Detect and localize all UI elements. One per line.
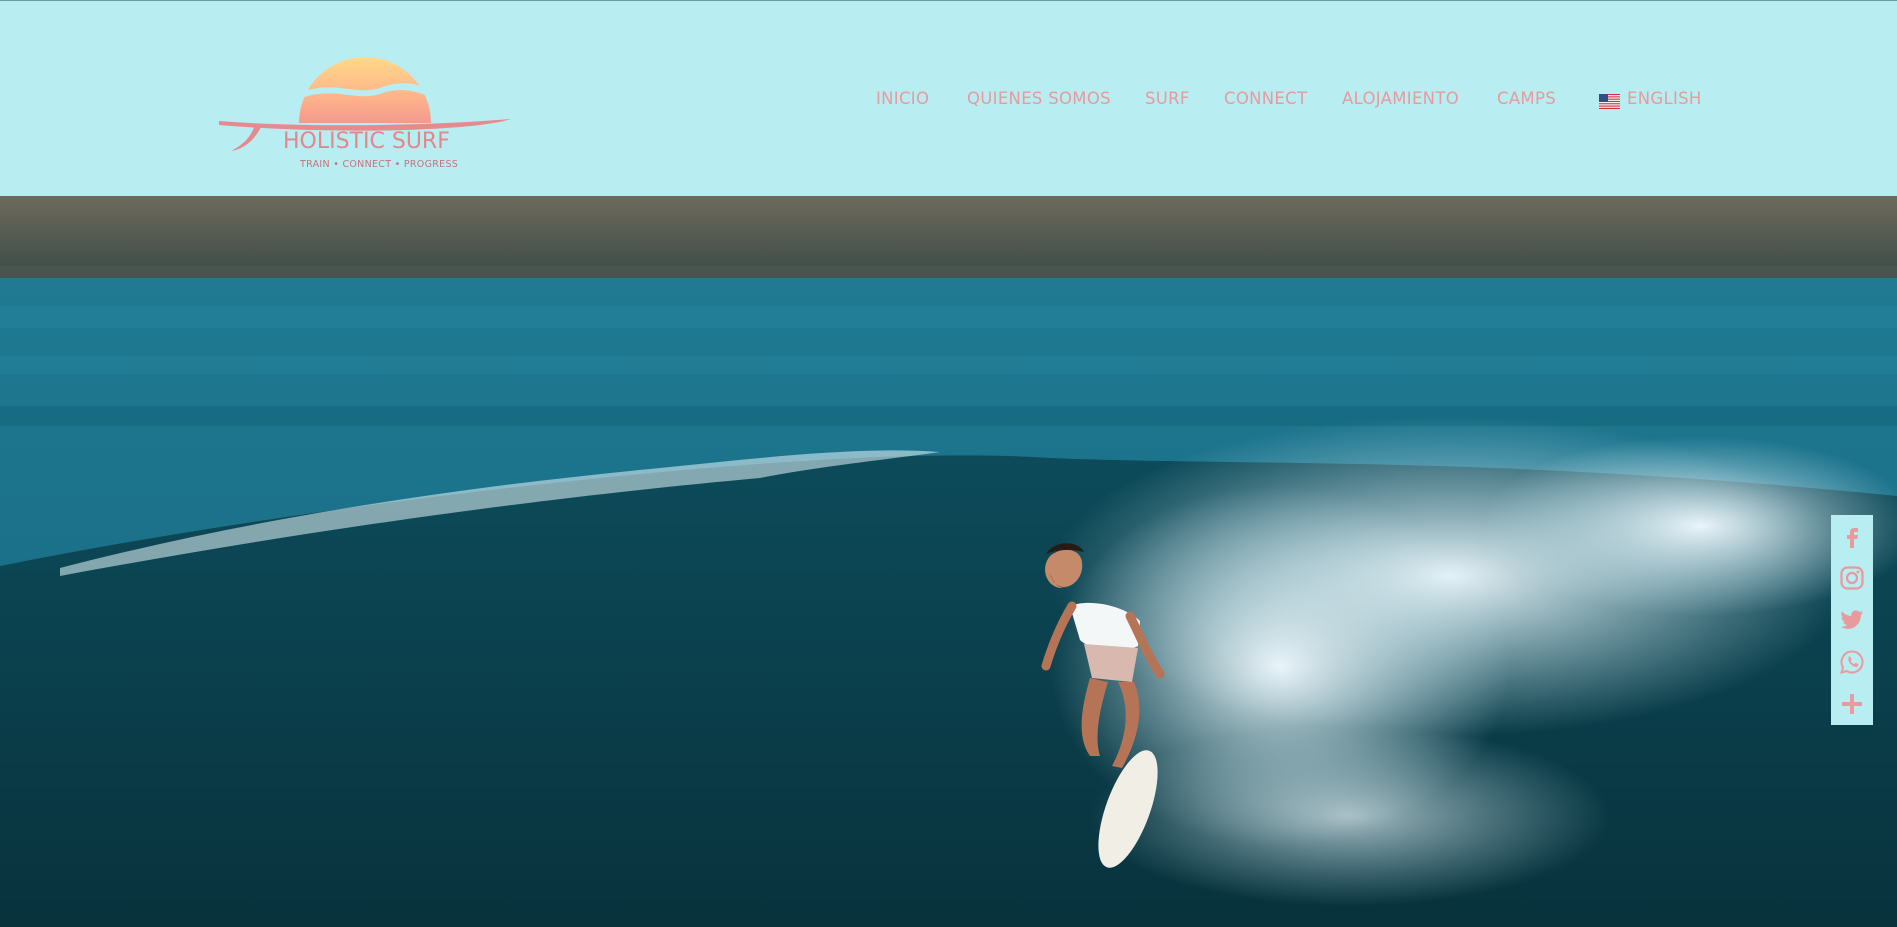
hero-surf-photo	[0, 196, 1897, 927]
more-share-button[interactable]	[1831, 683, 1873, 725]
twitter-share-button[interactable]	[1831, 599, 1873, 641]
more-icon	[1842, 694, 1862, 714]
site-header: HOLISTIC SURF TRAIN • CONNECT • PROGRESS…	[0, 0, 1897, 196]
whatsapp-share-button[interactable]	[1831, 641, 1873, 683]
facebook-icon	[1847, 528, 1858, 548]
nav-item-inicio[interactable]: INICIO	[876, 89, 929, 108]
social-share-bar	[1831, 515, 1873, 725]
twitter-icon	[1840, 610, 1863, 629]
instagram-share-button[interactable]	[1831, 557, 1873, 599]
nav-item-alojamiento[interactable]: ALOJAMIENTO	[1342, 89, 1459, 108]
nav-item-quienes-somos[interactable]: QUIENES SOMOS	[967, 89, 1111, 108]
brand-tagline: TRAIN • CONNECT • PROGRESS	[300, 159, 459, 170]
surfer-wave-image	[0, 196, 1897, 927]
nav-item-connect[interactable]: CONNECT	[1224, 89, 1307, 108]
instagram-icon	[1840, 566, 1864, 590]
us-flag-icon	[1599, 94, 1620, 109]
whatsapp-icon	[1840, 650, 1864, 674]
nav-item-surf[interactable]: SURF	[1145, 89, 1190, 108]
language-switcher[interactable]: ENGLISH	[1627, 89, 1702, 108]
brand-name: HOLISTIC SURF	[283, 129, 450, 154]
facebook-share-button[interactable]	[1831, 515, 1873, 557]
nav-item-camps[interactable]: CAMPS	[1497, 89, 1556, 108]
